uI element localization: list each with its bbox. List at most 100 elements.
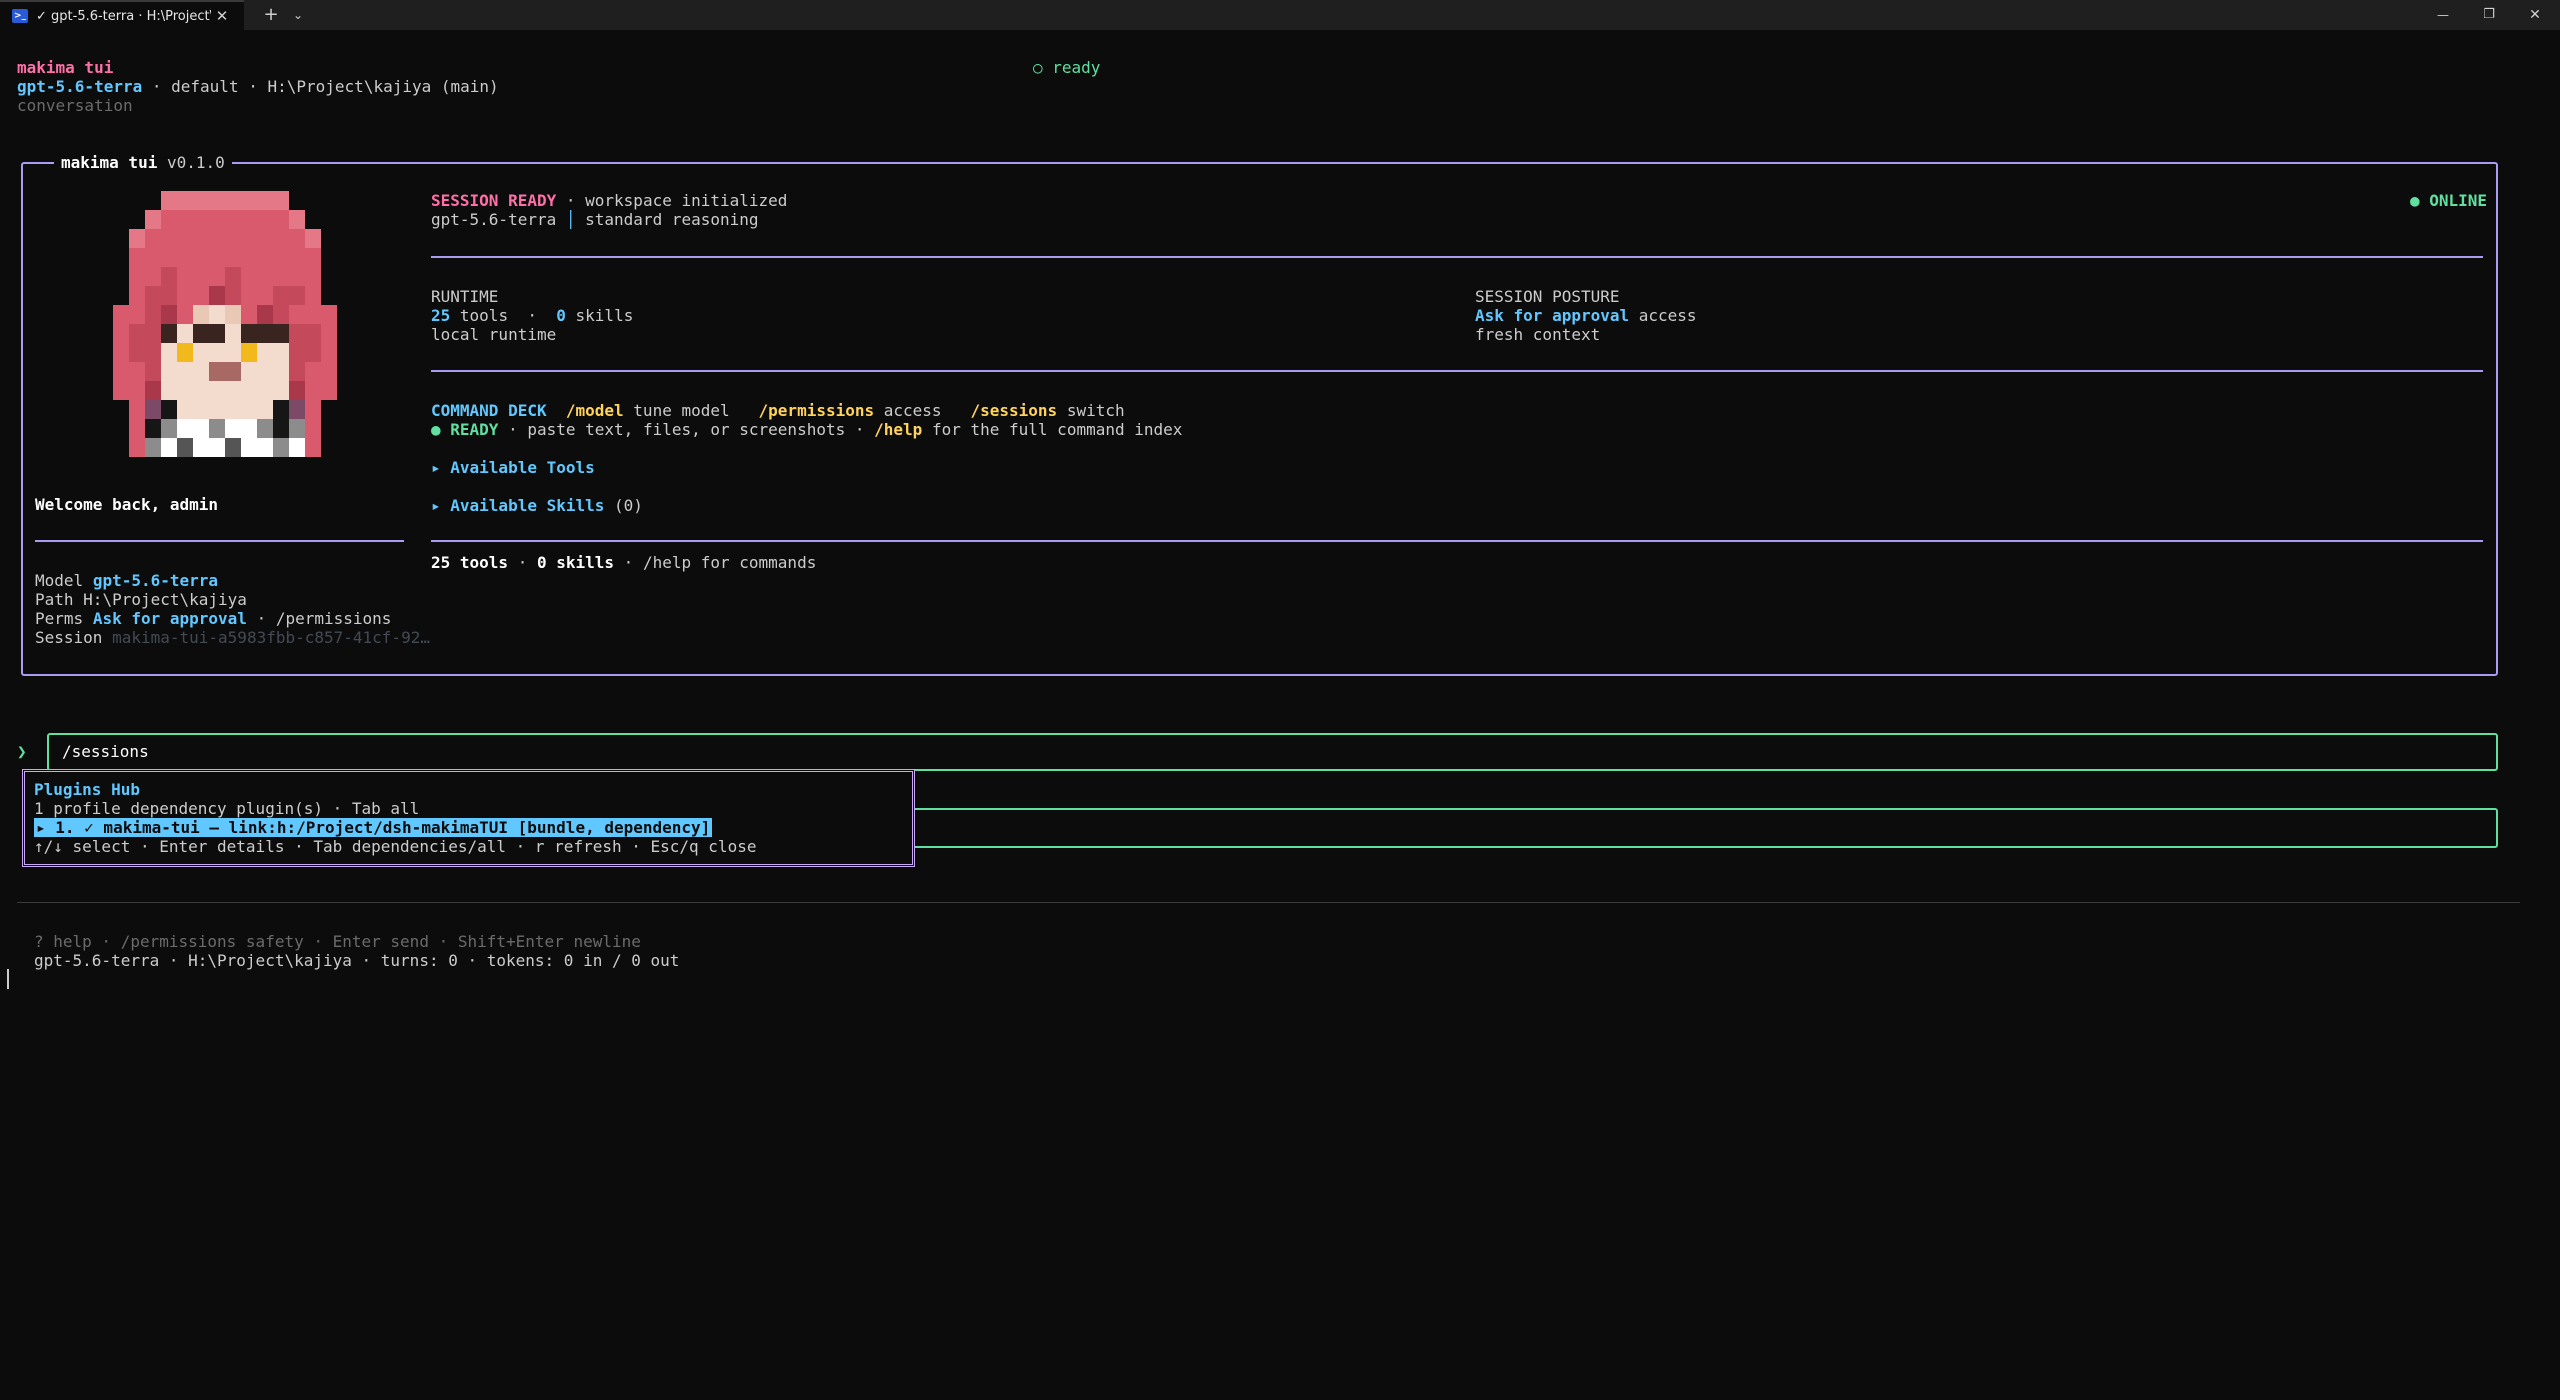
cmd-model[interactable]: /model: [566, 401, 624, 420]
plugin-list-item[interactable]: ▸ 1. ✓ makima-tui — link:h:/Project/dsh-…: [34, 818, 713, 837]
divider-1: [431, 256, 2483, 258]
avatar-pixel: [289, 248, 305, 267]
avatar-pixel: [193, 305, 209, 324]
available-tools-toggle[interactable]: ▸ Available Tools: [431, 458, 595, 477]
panel-version: v0.1.0: [166, 153, 225, 172]
avatar-pixel: [257, 438, 273, 457]
avatar-pixel: [305, 343, 321, 362]
info-path: Path H:\Project\kajiya: [35, 590, 247, 609]
app-name: makima tui: [17, 58, 114, 77]
powershell-icon: >_: [12, 9, 28, 23]
avatar-pixel: [145, 343, 161, 362]
prompt-input[interactable]: [47, 733, 2498, 771]
avatar-pixel: [193, 324, 209, 343]
avatar-pixel: [273, 343, 289, 362]
avatar-pixel: [289, 343, 305, 362]
avatar-pixel: [113, 305, 129, 324]
avatar-pixel: [225, 191, 241, 210]
avatar-pixel: [225, 362, 241, 381]
avatar-pixel: [321, 324, 337, 343]
avatar-pixel: [241, 400, 257, 419]
avatar-pixel: [161, 248, 177, 267]
avatar-pixel: [209, 381, 225, 400]
avatar-pixel: [129, 229, 145, 248]
panel-title: makima tui v0.1.0: [54, 153, 232, 172]
avatar-pixel: [145, 229, 161, 248]
avatar-pixel: [225, 381, 241, 400]
avatar-pixel: [209, 267, 225, 286]
status-divider: [17, 902, 2520, 903]
avatar-pixel: [145, 400, 161, 419]
cmd-permissions[interactable]: /permissions: [759, 401, 875, 420]
avatar-pixel: [257, 286, 273, 305]
avatar-pixel: [209, 438, 225, 457]
avatar-pixel: [145, 438, 161, 457]
close-tab-icon[interactable]: ✕: [211, 7, 233, 26]
avatar-pixel: [305, 419, 321, 438]
minimize-button[interactable]: —: [2426, 0, 2460, 30]
avatar-pixel: [161, 438, 177, 457]
avatar-pixel: [193, 419, 209, 438]
avatar-pixel: [225, 286, 241, 305]
avatar-pixel: [177, 324, 193, 343]
avatar-pixel: [145, 362, 161, 381]
new-tab-button[interactable]: +: [258, 0, 284, 30]
avatar-pixel: [193, 229, 209, 248]
avatar-pixel: [305, 400, 321, 419]
avatar-pixel: [209, 248, 225, 267]
avatar-pixel: [257, 343, 273, 362]
avatar-pixel: [321, 343, 337, 362]
avatar-pixel: [193, 248, 209, 267]
close-window-button[interactable]: ✕: [2518, 0, 2552, 30]
avatar-pixel: [225, 305, 241, 324]
avatar-pixel: [257, 381, 273, 400]
welcome-text: Welcome back, admin: [35, 495, 219, 514]
avatar-pixel: [129, 267, 145, 286]
posture-context: fresh context: [1475, 325, 1601, 344]
available-skills-toggle[interactable]: ▸ Available Skills (0): [431, 496, 643, 515]
avatar-pixel: [225, 438, 241, 457]
avatar-pixel: [321, 362, 337, 381]
avatar-pixel: [209, 324, 225, 343]
avatar-pixel: [161, 362, 177, 381]
tab-title: ✓ gpt-5.6-terra · H:\Project\ka: [36, 8, 211, 24]
header-status: ○ ready: [1033, 58, 1101, 77]
avatar-pixel: [145, 324, 161, 343]
maximize-button[interactable]: ❐: [2472, 0, 2506, 30]
popup-hints: ↑/↓ select · Enter details · Tab depende…: [34, 837, 757, 856]
avatar-pixel: [145, 305, 161, 324]
avatar-pixel: [177, 343, 193, 362]
avatar-pixel: [129, 362, 145, 381]
avatar-pixel: [257, 191, 273, 210]
info-model: Model gpt-5.6-terra: [35, 571, 219, 590]
avatar-pixel: [225, 267, 241, 286]
avatar-pixel: [161, 324, 177, 343]
avatar-pixel: [193, 381, 209, 400]
cmd-help[interactable]: /help: [874, 420, 922, 439]
avatar-pixel: [273, 210, 289, 229]
cmd-sessions[interactable]: /sessions: [970, 401, 1057, 420]
header-model: gpt-5.6-terra: [17, 77, 143, 96]
avatar-pixel: [257, 362, 273, 381]
header-profile: default: [171, 77, 239, 96]
command-deck: COMMAND DECK /model tune model /permissi…: [431, 401, 1125, 420]
avatar-pixel: [177, 286, 193, 305]
panel-footer: 25 tools · 0 skills · /help for commands: [431, 553, 817, 572]
avatar-pixel: [145, 286, 161, 305]
avatar-pixel: [225, 343, 241, 362]
avatar-pixel: [257, 305, 273, 324]
avatar-pixel: [129, 286, 145, 305]
avatar-pixel: [241, 229, 257, 248]
avatar-pixel: [273, 229, 289, 248]
avatar-pixel: [209, 400, 225, 419]
avatar-pixel: [129, 400, 145, 419]
avatar-pixel: [113, 362, 129, 381]
avatar-pixel: [289, 381, 305, 400]
avatar-pixel: [273, 324, 289, 343]
prompt-input-value[interactable]: /sessions: [62, 742, 149, 761]
terminal-tab[interactable]: >_ ✓ gpt-5.6-terra · H:\Project\ka ✕: [0, 0, 244, 30]
tab-dropdown-button[interactable]: ⌄: [286, 0, 310, 30]
avatar-pixel: [241, 286, 257, 305]
avatar-pixel: [161, 400, 177, 419]
avatar-pixel: [145, 267, 161, 286]
